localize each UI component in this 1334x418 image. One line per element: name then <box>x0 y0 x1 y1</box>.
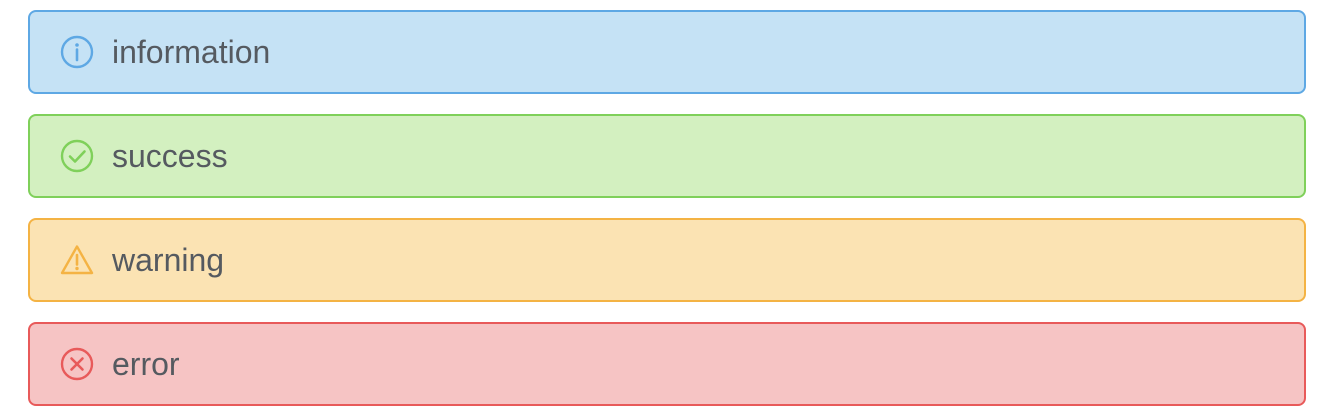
close-circle-icon <box>59 346 95 382</box>
info-circle-icon <box>59 34 95 70</box>
warning-alert: warning <box>28 218 1306 302</box>
success-alert-message: success <box>112 138 228 174</box>
error-alert: error <box>28 322 1306 406</box>
success-alert: success <box>28 114 1306 198</box>
warning-triangle-icon <box>59 242 95 278</box>
warning-alert-message: warning <box>112 242 225 278</box>
check-circle-icon <box>59 138 95 174</box>
error-alert-message: error <box>112 346 180 382</box>
info-alert-message: information <box>112 34 271 70</box>
info-alert: information <box>28 10 1306 94</box>
alert-list: information success warning error <box>0 0 1334 418</box>
